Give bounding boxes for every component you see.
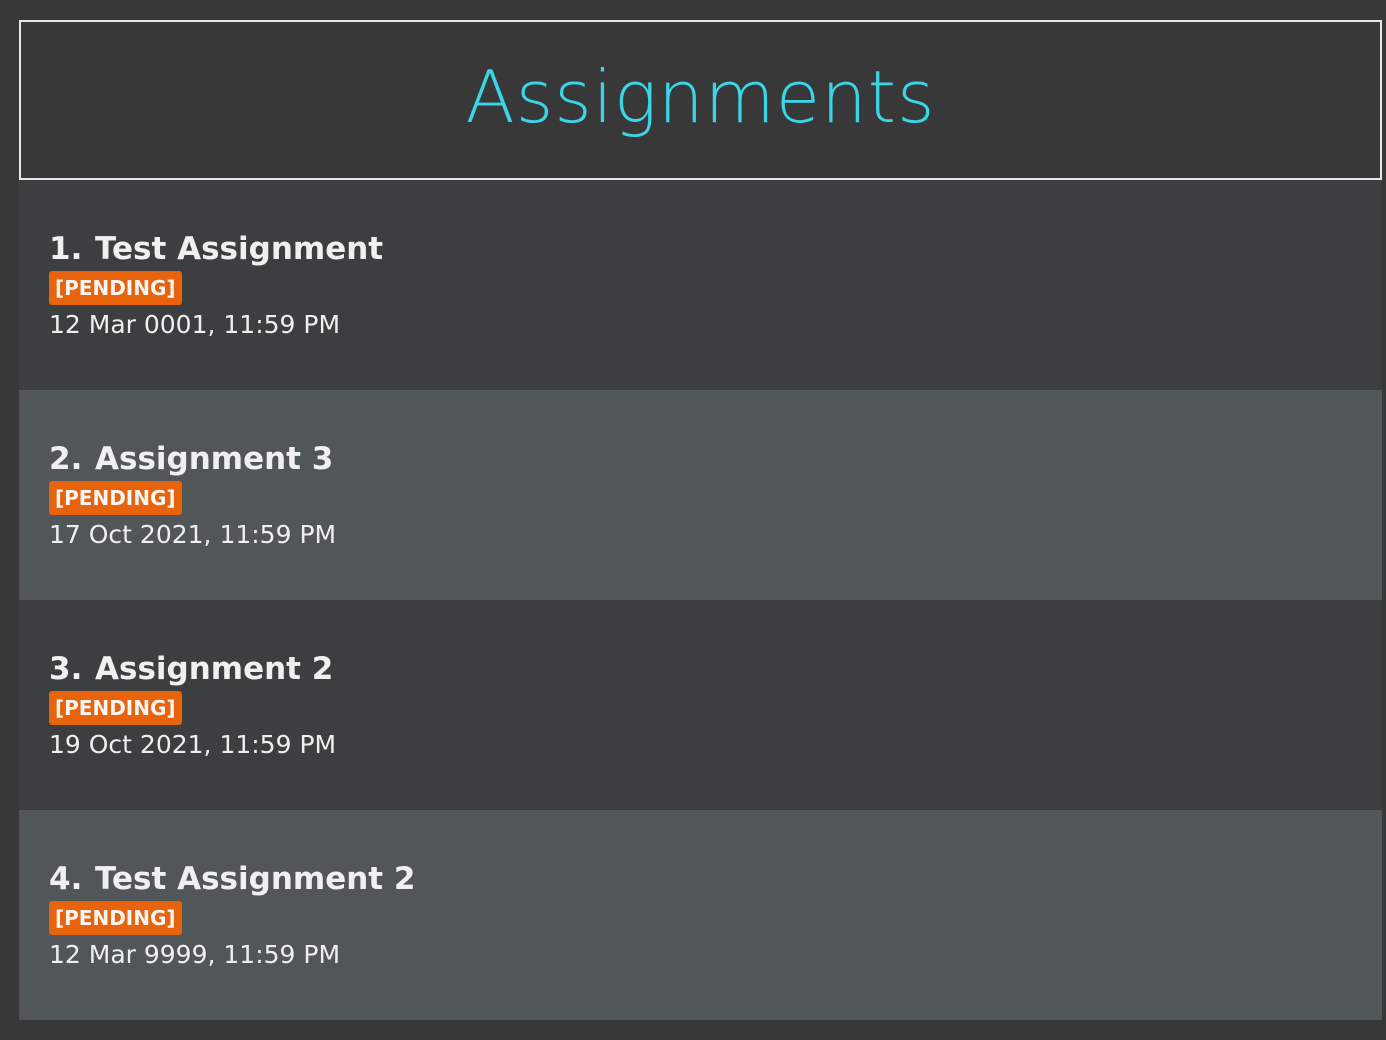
assignment-due-date: 17 Oct 2021, 11:59 PM — [49, 520, 337, 549]
status-badge: [PENDING] — [49, 271, 182, 305]
header-panel: Assignments — [19, 20, 1382, 180]
assignment-card[interactable]: 3. Assignment 2 [PENDING] 19 Oct 2021, 11… — [19, 600, 1382, 810]
assignment-name: Test Assignment 2 — [95, 861, 416, 897]
assignment-due-date: 12 Mar 9999, 11:59 PM — [49, 940, 341, 969]
assignment-card[interactable]: 1. Test Assignment [PENDING] 12 Mar 0001,… — [19, 180, 1382, 390]
assignment-title: 4. Test Assignment 2 — [49, 859, 1382, 899]
assignment-index: 3. — [49, 651, 83, 687]
assignment-card[interactable]: 2. Assignment 3 [PENDING] 17 Oct 2021, 11… — [19, 390, 1382, 600]
assignment-list[interactable]: 1. Test Assignment [PENDING] 12 Mar 0001,… — [19, 180, 1382, 1020]
assignment-title: 2. Assignment 3 — [49, 439, 1382, 479]
assignment-index: 4. — [49, 861, 83, 897]
page-title: Assignments — [465, 55, 936, 139]
assignment-due-date: 12 Mar 0001, 11:59 PM — [49, 310, 341, 339]
status-badge: [PENDING] — [49, 481, 182, 515]
assignment-card[interactable]: 4. Test Assignment 2 [PENDING] 12 Mar 999… — [19, 810, 1382, 1020]
assignment-name: Assignment 2 — [95, 651, 334, 687]
assignment-index: 1. — [49, 231, 83, 267]
assignment-index: 2. — [49, 441, 83, 477]
assignment-name: Assignment 3 — [95, 441, 334, 477]
status-badge: [PENDING] — [49, 691, 182, 725]
assignment-name: Test Assignment — [95, 231, 384, 267]
status-badge: [PENDING] — [49, 901, 182, 935]
assignment-due-date: 19 Oct 2021, 11:59 PM — [49, 730, 337, 759]
assignment-title: 1. Test Assignment — [49, 229, 1382, 269]
assignment-title: 3. Assignment 2 — [49, 649, 1382, 689]
